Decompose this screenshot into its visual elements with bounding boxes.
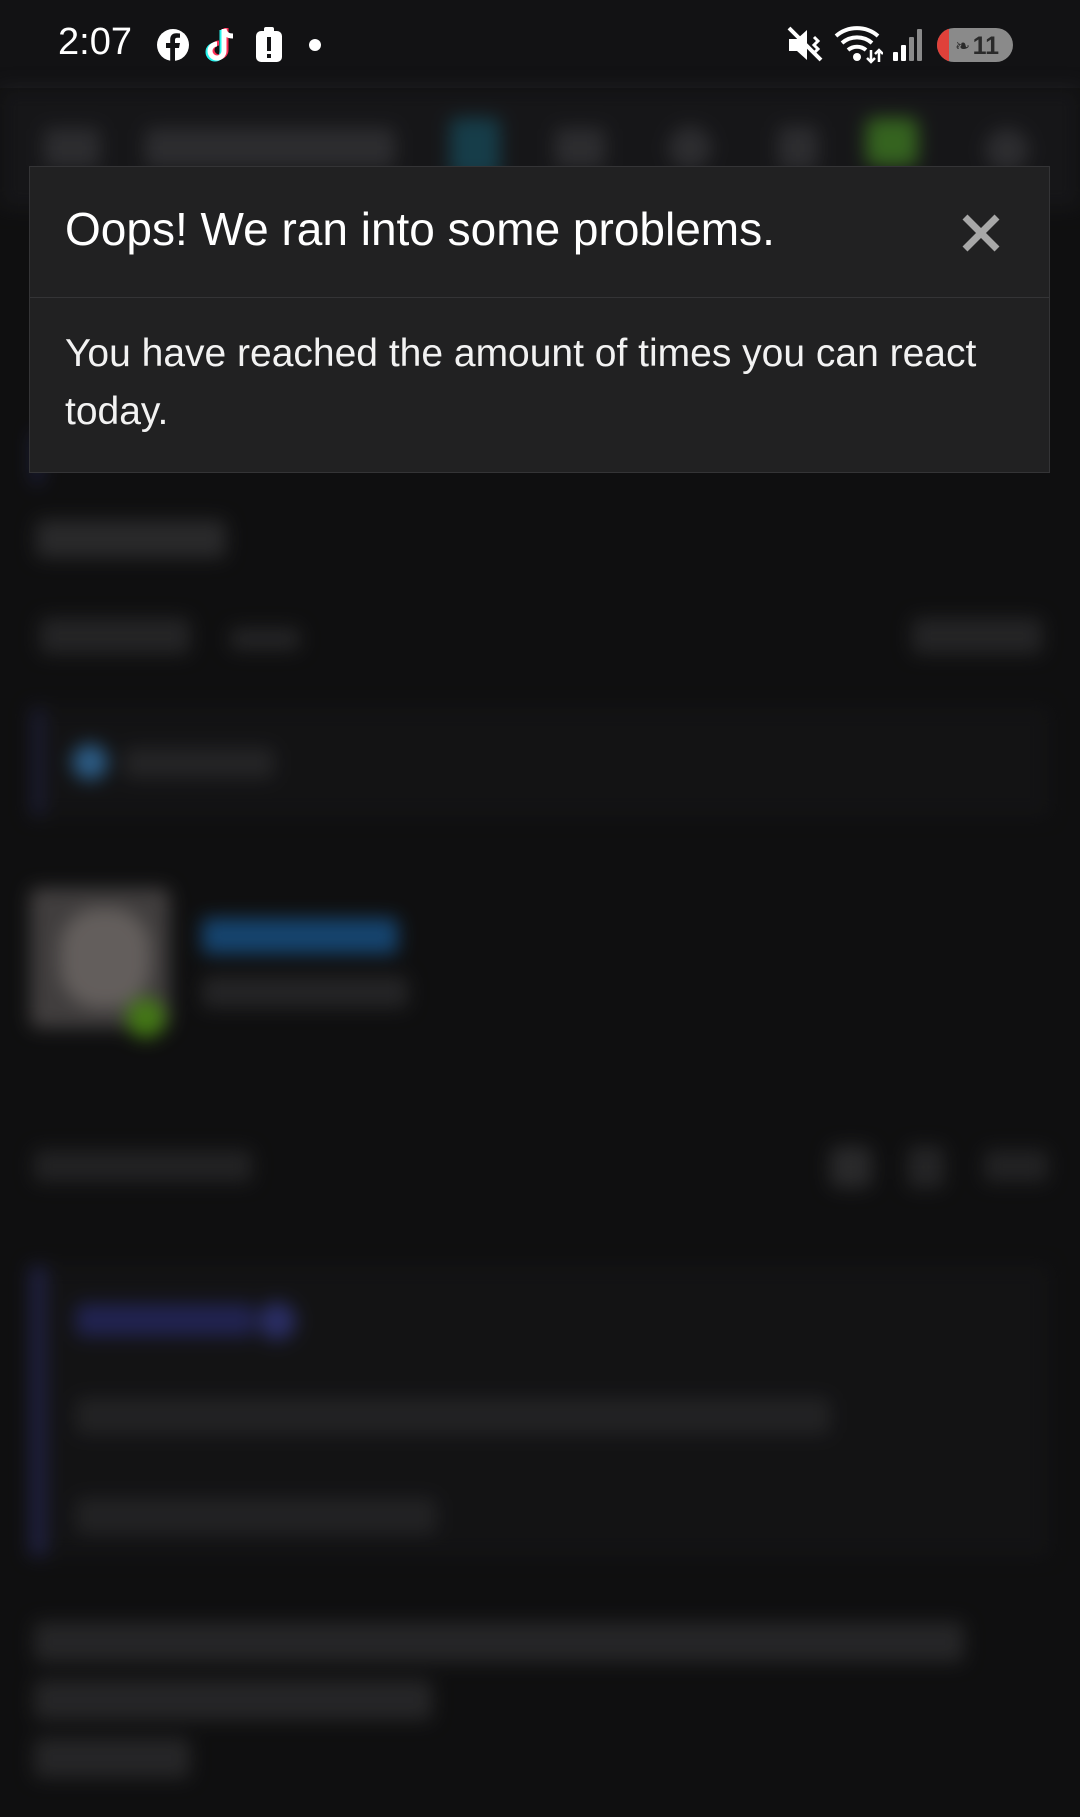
- dialog-header: Oops! We ran into some problems.: [30, 167, 1049, 298]
- status-time: 2:07: [58, 21, 132, 63]
- tiktok-icon: [205, 28, 234, 62]
- error-dialog: Oops! We ran into some problems. You hav…: [29, 166, 1050, 473]
- dialog-title: Oops! We ran into some problems.: [65, 203, 775, 255]
- battery-low-indicator: [937, 28, 949, 62]
- battery-level: 11: [972, 32, 999, 60]
- signal-icon: [893, 29, 922, 61]
- battery-saver-icon: ❧: [955, 36, 971, 56]
- mute-icon: [787, 26, 823, 62]
- facebook-icon: [157, 29, 189, 61]
- close-icon[interactable]: [957, 209, 1005, 257]
- alert-icon: [256, 27, 282, 62]
- status-bar: 2:07 ❧ 11: [0, 0, 1080, 88]
- dialog-message: You have reached the amount of times you…: [65, 332, 977, 433]
- wifi-icon: [834, 26, 883, 64]
- battery-icon: ❧ 11: [937, 28, 1013, 62]
- dot-icon: [309, 39, 321, 51]
